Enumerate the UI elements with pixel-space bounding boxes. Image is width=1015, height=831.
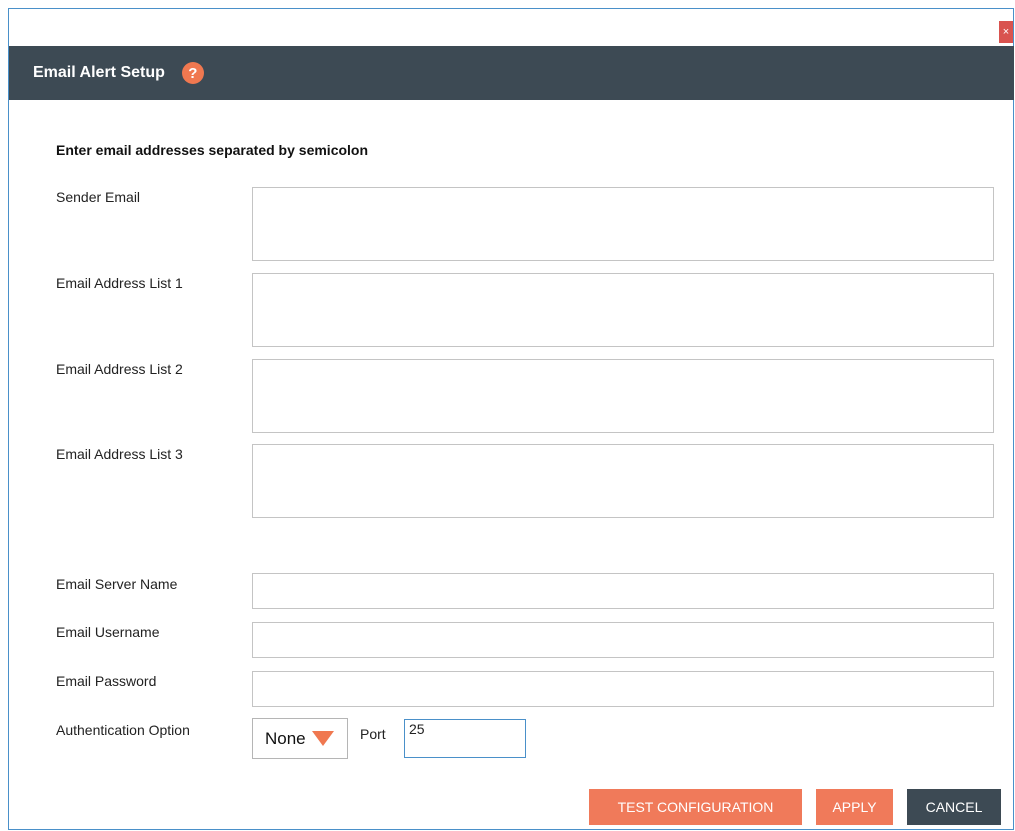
sender-email-label: Sender Email	[56, 189, 141, 205]
email-list-3-label: Email Address List 3	[56, 446, 183, 462]
help-icon[interactable]: ?	[181, 62, 204, 84]
port-input[interactable]: 25	[404, 719, 526, 758]
cancel-button[interactable]: CANCEL	[907, 789, 1001, 825]
test-configuration-button[interactable]: TEST CONFIGURATION	[589, 789, 802, 825]
email-alert-dialog: × Email Alert Setup ? Enter email addres…	[8, 8, 1014, 830]
email-username-field[interactable]	[252, 622, 994, 658]
email-list-1-label: Email Address List 1	[56, 275, 183, 291]
email-list-1-field[interactable]	[252, 273, 994, 347]
auth-option-select[interactable]: None	[252, 718, 348, 759]
email-server-field[interactable]	[252, 573, 994, 609]
chevron-down-icon	[311, 731, 334, 746]
close-icon[interactable]: ×	[999, 21, 1013, 43]
email-username-label: Email Username	[56, 624, 160, 640]
email-list-2-label: Email Address List 2	[56, 361, 183, 377]
email-list-2-field[interactable]	[252, 359, 994, 433]
email-password-label: Email Password	[56, 673, 157, 689]
port-label: Port	[360, 726, 386, 742]
auth-option-label: Authentication Option	[56, 722, 190, 738]
auth-option-value: None	[265, 728, 306, 748]
instruction-text: Enter email addresses separated by semic…	[56, 142, 369, 158]
email-list-3-field[interactable]	[252, 444, 994, 518]
dialog-title: Email Alert Setup	[33, 64, 165, 81]
email-password-field[interactable]	[252, 671, 994, 707]
apply-button[interactable]: APPLY	[816, 789, 893, 825]
sender-email-field[interactable]	[252, 187, 994, 261]
email-server-label: Email Server Name	[56, 576, 178, 592]
dialog-header: Email Alert Setup ?	[9, 46, 1014, 100]
